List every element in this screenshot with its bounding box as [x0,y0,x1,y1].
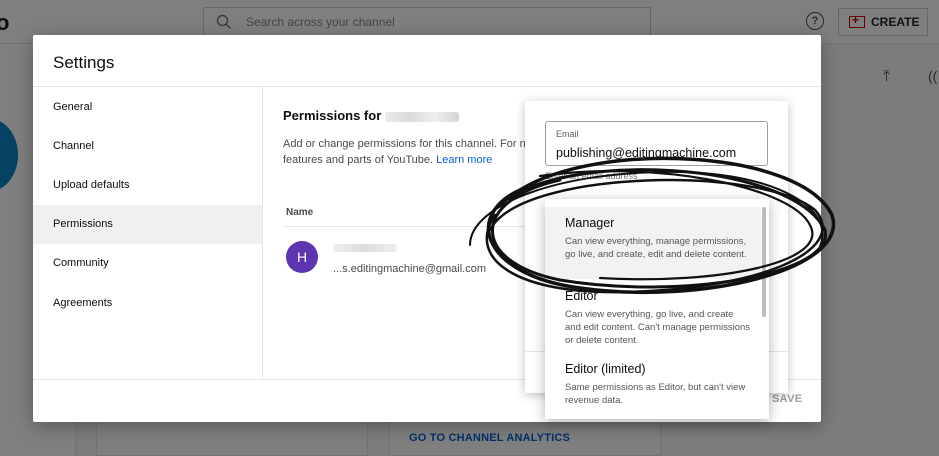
role-option-editor-limited[interactable]: Editor (limited) Same permissions as Edi… [545,359,761,415]
role-description: Can view everything, manage permissions,… [565,236,747,260]
email-hint: Enter an email address [545,171,638,181]
nav-item-channel[interactable]: Channel [33,126,262,165]
role-description: Same permissions as Editor, but can't vi… [565,382,746,406]
email-field-label: Email [556,129,579,139]
role-option-manager[interactable]: Manager Can view everything, manage perm… [545,207,761,279]
nav-item-community[interactable]: Community [33,244,262,283]
redacted-user-name [333,244,397,252]
user-email: ...s.editingmachine@gmail.com [333,263,487,275]
role-description: Can view everything, go live, and create… [565,309,751,346]
redacted-channel-name [385,111,460,122]
dialog-title: Settings [53,53,115,72]
nav-item-agreements[interactable]: Agreements [33,283,262,322]
dropdown-scroll-thumb[interactable] [762,207,766,317]
permissions-description: Add or change permissions for this chann… [283,136,538,168]
email-field-value[interactable]: publishing@editingmachine.com [556,146,736,160]
learn-more-link[interactable]: Learn more [436,154,492,166]
email-field[interactable]: Email publishing@editingmachine.com [545,121,768,166]
role-title: Editor (limited) [565,362,646,376]
description-line-1: Add or change permissions for this chann… [283,138,532,150]
nav-item-permissions[interactable]: Permissions [33,204,262,244]
settings-nav: General Channel Upload defaults Permissi… [33,87,263,379]
save-button[interactable]: SAVE [772,393,802,405]
permissions-title-text: Permissions for [283,108,382,123]
user-avatar: H [286,241,318,273]
nav-item-general[interactable]: General [33,87,262,126]
role-title: Editor [565,289,598,303]
description-line-2: features and parts of YouTube. [283,154,434,166]
role-option-editor[interactable]: Editor Can view everything, go live, and… [545,285,761,351]
column-header-name: Name [286,207,314,218]
table-divider [283,226,543,227]
nav-item-upload-defaults[interactable]: Upload defaults [33,165,262,204]
role-dropdown: Manager Can view everything, manage perm… [545,199,769,419]
permissions-title: Permissions for [283,108,460,123]
role-title: Manager [565,216,615,230]
